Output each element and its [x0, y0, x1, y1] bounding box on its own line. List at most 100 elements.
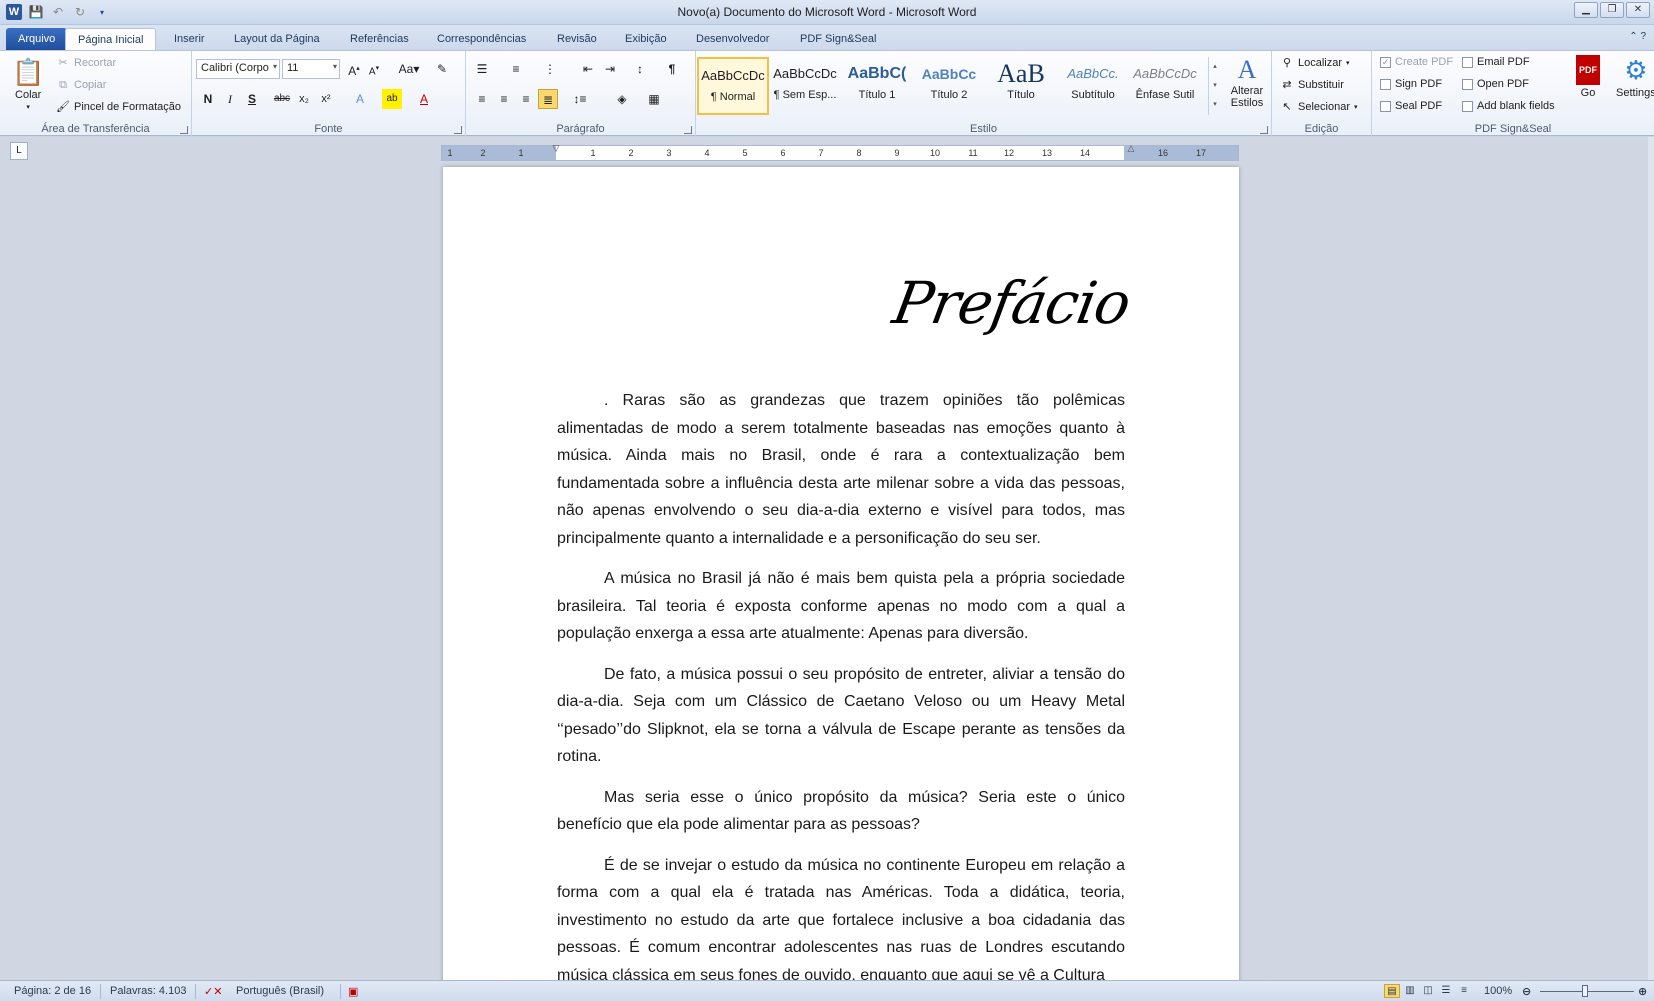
font-name-combo[interactable]: Calibri (Corpo ▾ — [196, 59, 280, 79]
tab-pdf-sign-seal[interactable]: PDF Sign&Seal — [788, 28, 888, 51]
justify-icon[interactable]: ≣ — [538, 89, 558, 109]
align-right-icon[interactable]: ≡ — [516, 89, 536, 109]
text-effects-icon[interactable]: A — [350, 89, 370, 109]
tab-review[interactable]: Revisão — [545, 28, 609, 51]
first-line-indent-icon[interactable]: ▽ — [551, 144, 561, 153]
open-pdf-checkbox[interactable]: Open PDF — [1462, 78, 1529, 90]
ribbon: 📋 Colar ▾ ✂ Recortar ⧉ Copiar 🖌 Pincel de F… — [0, 50, 1654, 137]
email-pdf-checkbox[interactable]: Email PDF — [1462, 56, 1530, 68]
tab-view[interactable]: Exibição — [613, 28, 679, 51]
document-page[interactable]: Prefácio . Raras são as grandezas que tr… — [443, 167, 1239, 997]
web-layout-icon[interactable]: ◫ — [1420, 984, 1436, 998]
copy-button[interactable]: ⧉ Copiar — [56, 78, 106, 92]
subscript-icon[interactable]: x₂ — [294, 89, 314, 109]
language-indicator[interactable]: Português (Brasil) — [236, 985, 324, 997]
word-count[interactable]: Palavras: 4.103 — [110, 985, 186, 997]
maximize-button[interactable]: ❐ — [1600, 2, 1624, 18]
line-spacing-icon[interactable]: ↕≡ — [570, 89, 590, 109]
settings-button[interactable]: ⚙ Settings — [1616, 55, 1654, 99]
replace-button[interactable]: ⇄ Substituir — [1280, 78, 1343, 92]
binoculars-icon: ⚲ — [1282, 57, 1292, 69]
vertical-scrollbar[interactable] — [1648, 137, 1654, 980]
outline-icon[interactable]: ☰ — [1438, 984, 1454, 998]
ribbon-tabs: Arquivo Página Inicial Inserir Layout da… — [0, 25, 1654, 51]
paragraph: . Raras são as grandezas que trazem opin… — [557, 392, 1125, 547]
print-layout-icon[interactable]: ▤ — [1384, 984, 1400, 998]
underline-button[interactable]: S — [242, 89, 262, 109]
style-no-spacing[interactable]: AaBbCcDc ¶ Sem Esp... — [769, 57, 841, 115]
numbering-icon[interactable]: ≡ — [506, 59, 526, 79]
minimize-button[interactable]: ▁ — [1574, 2, 1598, 18]
style-title[interactable]: AaB Título — [985, 57, 1057, 115]
ribbon-collapse-icon[interactable]: ⌃ ? — [1629, 31, 1646, 42]
shading-icon[interactable]: ◈ — [612, 89, 632, 109]
tab-developer[interactable]: Desenvolvedor — [684, 28, 781, 51]
go-button[interactable]: PDF Go — [1576, 55, 1600, 99]
borders-icon[interactable]: ▦ — [644, 89, 664, 109]
tab-selector-icon[interactable]: L — [10, 142, 28, 160]
seal-pdf-checkbox[interactable]: Seal PDF — [1380, 100, 1442, 112]
clear-formatting-icon[interactable]: ✎ — [432, 59, 452, 79]
multilevel-list-icon[interactable]: ⋮ — [540, 59, 560, 79]
create-pdf-checkbox[interactable]: ✓ Create PDF — [1380, 56, 1453, 68]
gallery-scroll[interactable]: ▴ ▾ ▾ — [1208, 57, 1221, 115]
tab-references[interactable]: Referências — [338, 28, 421, 51]
chevron-down-icon: ▾ — [332, 62, 337, 71]
tab-mailings[interactable]: Correspondências — [425, 28, 538, 51]
change-styles-button[interactable]: A Alterar Estilos — [1226, 55, 1268, 109]
strikethrough-icon[interactable]: abc — [272, 89, 292, 109]
font-size-combo[interactable]: 11 ▾ — [282, 59, 340, 79]
zoom-level[interactable]: 100% — [1484, 985, 1512, 997]
clipboard-launcher-icon[interactable] — [180, 126, 188, 134]
horizontal-ruler[interactable]: ▽ △ 1 2 1 1 2 3 4 5 6 7 8 9 10 11 12 13 … — [441, 144, 1239, 161]
style-heading-1[interactable]: AaBbC( Título 1 — [841, 57, 913, 115]
group-label-pdf: PDF Sign&Seal — [1474, 123, 1552, 135]
paragraph-launcher-icon[interactable] — [684, 126, 692, 134]
document-body[interactable]: . Raras são as grandezas que trazem opin… — [557, 387, 1125, 997]
font-color-icon[interactable]: A — [414, 89, 434, 109]
styles-launcher-icon[interactable] — [1260, 126, 1268, 134]
style-normal[interactable]: AaBbCcDc ¶ Normal — [697, 57, 769, 115]
zoom-out-icon[interactable]: ⊖ — [1522, 985, 1531, 998]
sign-pdf-checkbox[interactable]: Sign PDF — [1380, 78, 1442, 90]
cut-button[interactable]: ✂ Recortar — [56, 56, 116, 70]
zoom-in-icon[interactable]: ⊕ — [1638, 985, 1647, 998]
tab-page-layout[interactable]: Layout da Página — [222, 28, 332, 51]
style-heading-2[interactable]: AaBbCc Título 2 — [913, 57, 985, 115]
tab-insert[interactable]: Inserir — [162, 28, 217, 51]
change-case-icon[interactable]: Aa▾ — [396, 59, 422, 79]
bullets-icon[interactable]: ☰ — [472, 59, 492, 79]
style-subtitle[interactable]: AaBbCc. Subtítulo — [1057, 57, 1129, 115]
tab-file[interactable]: Arquivo — [6, 28, 68, 51]
grow-font-icon[interactable]: A▴ — [344, 59, 364, 79]
font-launcher-icon[interactable] — [454, 126, 462, 134]
tab-home[interactable]: Página Inicial — [65, 28, 157, 51]
bold-button[interactable]: N — [198, 89, 218, 109]
right-indent-icon[interactable]: △ — [1126, 144, 1136, 153]
show-marks-icon[interactable]: ¶ — [662, 59, 682, 79]
increase-indent-icon[interactable]: ⇥ — [600, 59, 620, 79]
italic-button[interactable]: I — [220, 89, 240, 109]
find-button[interactable]: ⚲ Localizar ▾ — [1280, 56, 1350, 70]
superscript-icon[interactable]: x² — [316, 89, 336, 109]
close-button[interactable]: ✕ — [1626, 2, 1650, 18]
page-count[interactable]: Página: 2 de 16 — [14, 985, 91, 997]
macro-record-icon[interactable]: ▣ — [348, 985, 358, 998]
draft-icon[interactable]: ≡ — [1456, 984, 1472, 998]
sort-icon[interactable]: ↕ — [630, 59, 650, 79]
brush-icon: 🖌 — [56, 101, 70, 113]
style-subtle-emphasis[interactable]: AaBbCcDc Ênfase Sutil — [1129, 57, 1201, 115]
proofing-icon[interactable]: ✓✕ — [204, 985, 222, 998]
align-center-icon[interactable]: ≡ — [494, 89, 514, 109]
full-screen-reading-icon[interactable]: ▥ — [1402, 984, 1418, 998]
select-button[interactable]: ↖ Selecionar ▾ — [1280, 100, 1357, 114]
decrease-indent-icon[interactable]: ⇤ — [578, 59, 598, 79]
shrink-font-icon[interactable]: A▾ — [364, 59, 384, 79]
paste-button[interactable]: 📋 Colar ▾ — [12, 57, 44, 111]
zoom-slider-thumb[interactable] — [1582, 985, 1588, 997]
highlight-icon[interactable]: ab — [382, 89, 402, 109]
format-painter-button[interactable]: 🖌 Pincel de Formatação — [56, 100, 181, 114]
change-styles-icon: A — [1237, 55, 1257, 84]
add-blank-fields-checkbox[interactable]: Add blank fields — [1462, 100, 1555, 112]
align-left-icon[interactable]: ≡ — [472, 89, 492, 109]
